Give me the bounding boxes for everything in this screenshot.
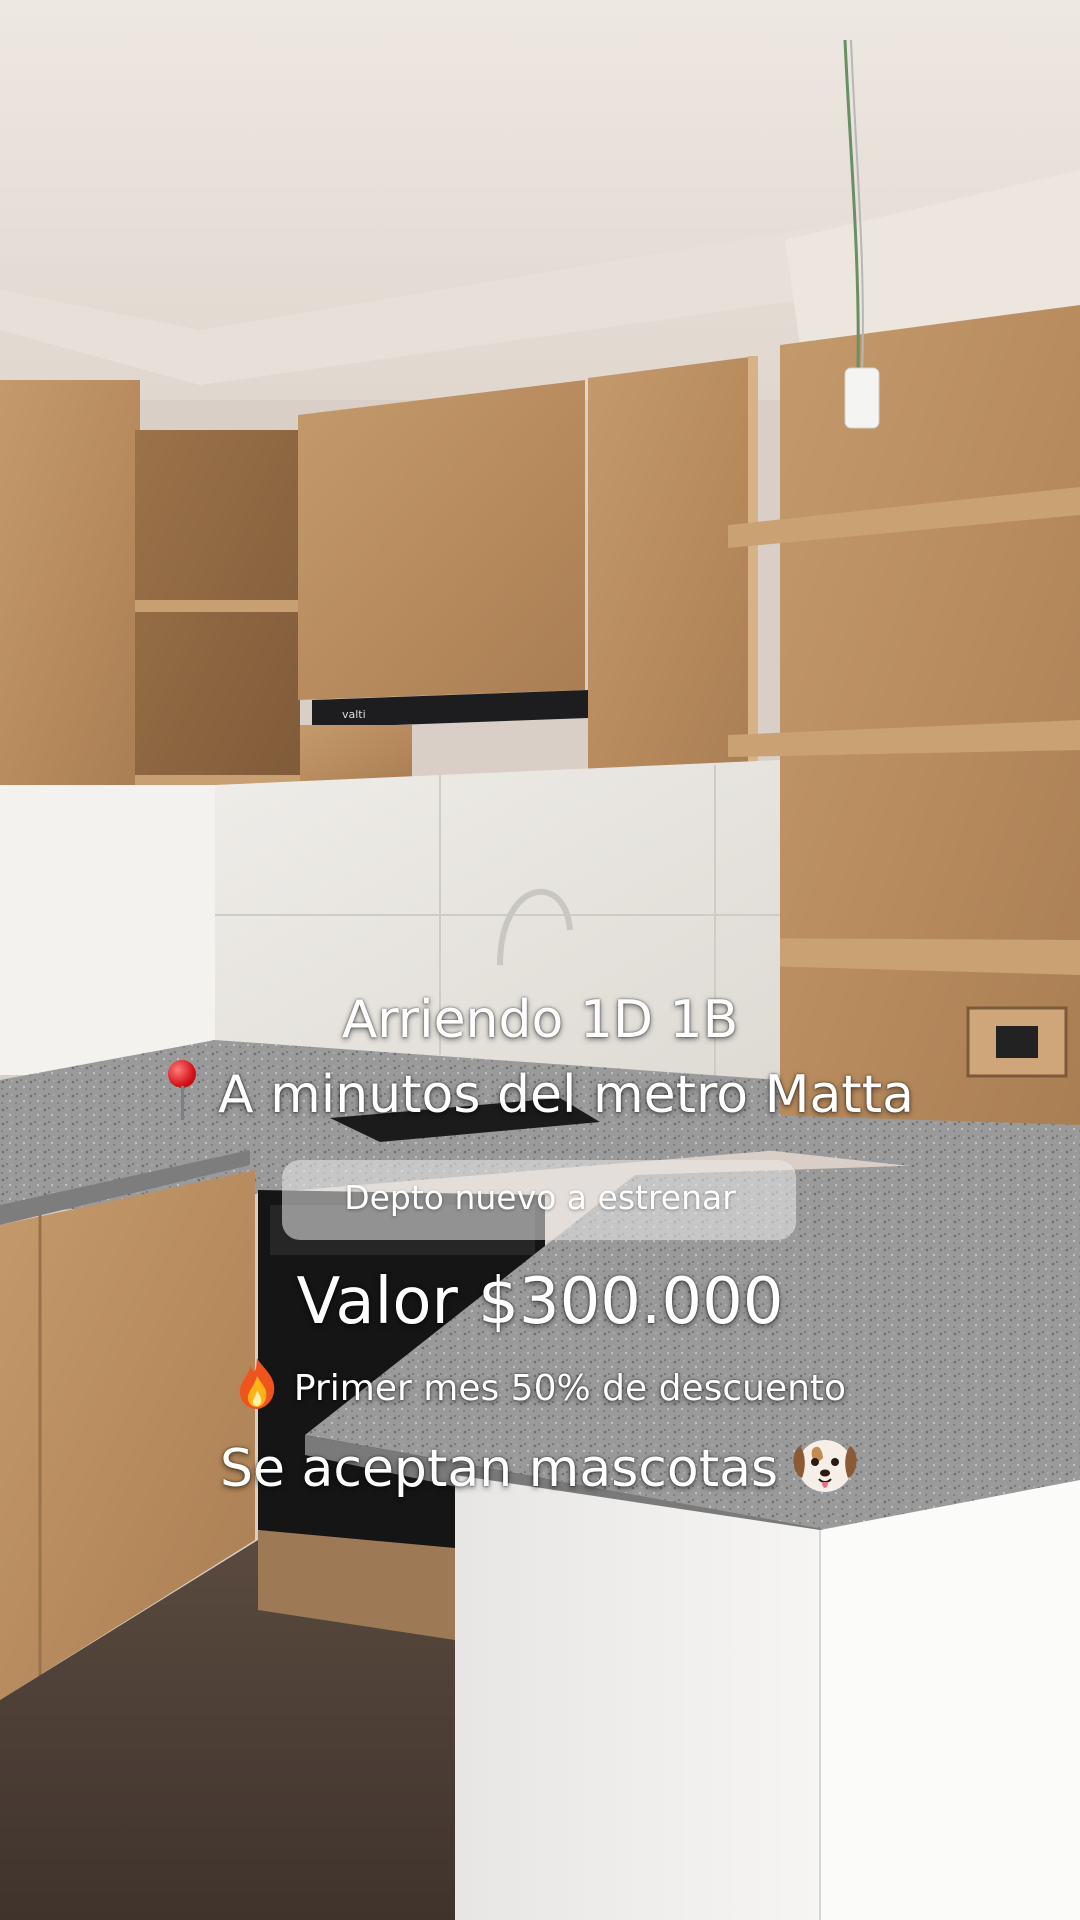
- round-pushpin-icon: [166, 1060, 200, 1122]
- fire-icon: [234, 1356, 280, 1410]
- dog-face-icon: [790, 1432, 860, 1496]
- pets-text: Se aceptan mascotas: [219, 1439, 779, 1499]
- caption-title: Arriendo 1D 1B: [341, 990, 739, 1050]
- highlight-text: Depto nuevo a estrenar: [344, 1178, 736, 1217]
- caption-location: A minutos del metro Matta: [0, 1060, 1080, 1125]
- price-text: Valor $300.000: [296, 1265, 784, 1339]
- pets-line: Se aceptan mascotas: [0, 1432, 1080, 1499]
- promo-line: Primer mes 50% de descuento: [0, 1356, 1080, 1410]
- caption-overlay: Arriendo 1D 1B A minutos del metro Matta…: [0, 0, 1080, 1920]
- promo-text: Primer mes 50% de descuento: [293, 1368, 847, 1409]
- caption-location-text: A minutos del metro Matta: [218, 1065, 914, 1125]
